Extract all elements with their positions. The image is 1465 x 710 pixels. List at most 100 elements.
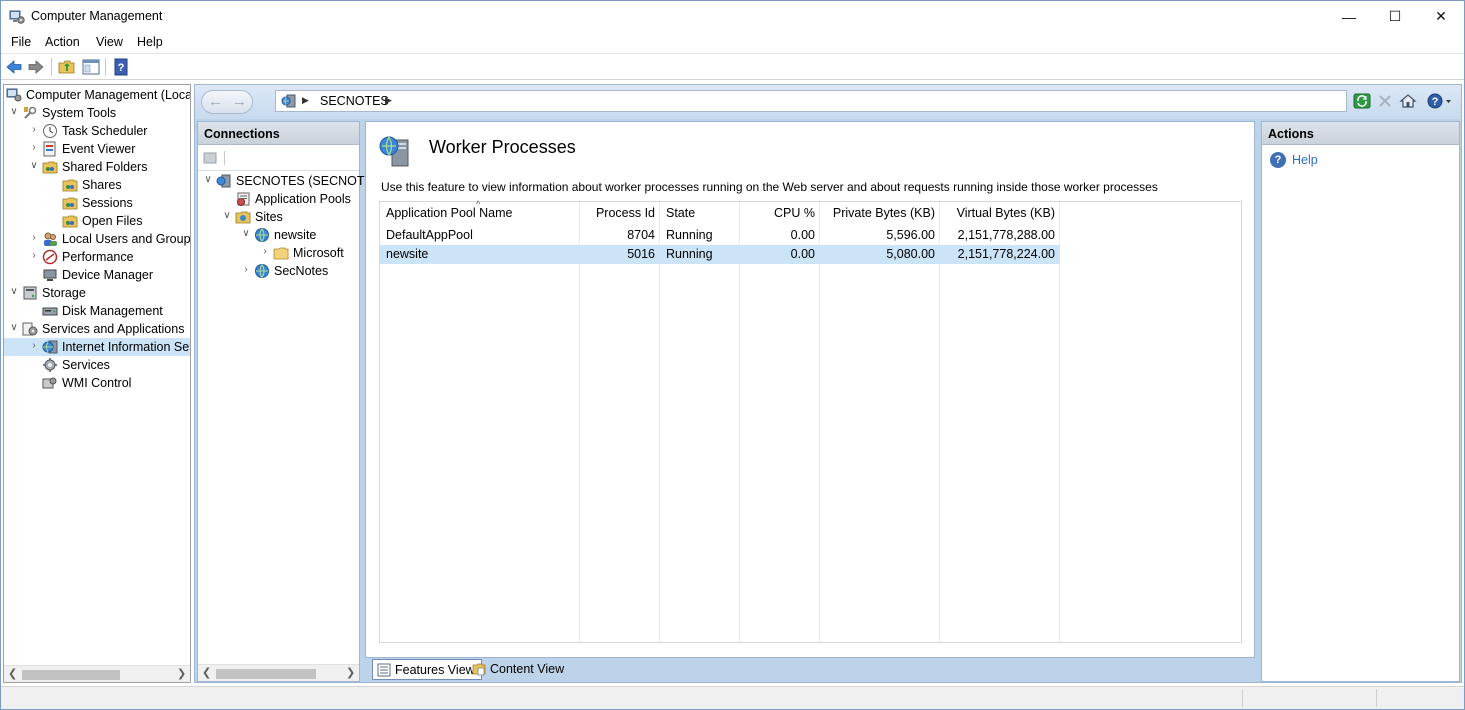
column-header-virtual-bytes[interactable]: Virtual Bytes (KB) — [940, 206, 1055, 220]
console-tree-item[interactable]: › Task Scheduler — [4, 122, 190, 140]
tab-content-view[interactable]: Content View — [468, 659, 570, 680]
column-header-state[interactable]: State — [666, 206, 695, 220]
column-header-cpu[interactable]: CPU % — [740, 206, 815, 220]
console-tree-scrollbar[interactable]: ❮ ❯ — [4, 665, 190, 682]
console-tree-item[interactable]: Shares — [4, 176, 190, 194]
minimize-button[interactable]: — — [1326, 1, 1372, 32]
connections-tree-item[interactable]: › Microsoft — [198, 244, 359, 262]
connections-tree-item[interactable]: ∨ SECNOTES (SECNOTES — [198, 172, 381, 190]
help-dropdown-icon[interactable]: ? — [1426, 92, 1454, 110]
console-tree-item-label: Local Users and Groups — [62, 232, 191, 246]
console-tree-item-label: Shares — [82, 178, 122, 192]
console-tree-item[interactable]: ∨ Storage — [4, 284, 190, 302]
column-header-private-bytes[interactable]: Private Bytes (KB) — [820, 206, 935, 220]
worker-processes-icon — [379, 136, 409, 167]
console-tree-item[interactable]: Sessions — [4, 194, 190, 212]
stop-icon[interactable] — [1376, 92, 1394, 110]
connections-tree-item[interactable]: Application Pools — [198, 190, 359, 208]
menu-view[interactable]: View — [96, 35, 123, 49]
chevron-right-icon[interactable]: › — [28, 142, 40, 154]
chevron-down-icon[interactable]: ∨ — [28, 160, 40, 172]
breadcrumb-arrow-icon[interactable]: ▶ — [302, 95, 309, 106]
console-tree-item[interactable]: Services — [4, 356, 190, 374]
scrollbar-thumb[interactable] — [22, 670, 120, 680]
console-tree-item[interactable]: WMI Control — [4, 374, 190, 392]
shared-folders-icon — [42, 159, 58, 175]
console-tree-item[interactable]: › Internet Information Ser — [4, 338, 190, 356]
connections-tree-item[interactable]: › SecNotes — [198, 262, 359, 280]
address-field[interactable]: ▶ SECNOTES ▶ — [275, 90, 1347, 112]
console-tree-item[interactable]: › Local Users and Groups — [4, 230, 190, 248]
console-tree-item[interactable]: Open Files — [4, 212, 190, 230]
chevron-right-icon[interactable]: › — [28, 340, 40, 352]
table-row[interactable]: DefaultAppPool 8704 Running 0.00 5,596.00 2,1… — [380, 226, 1060, 245]
breadcrumb-secnotes[interactable]: SECNOTES — [320, 94, 389, 108]
chevron-right-icon[interactable]: › — [28, 124, 40, 136]
up-folder-icon[interactable] — [58, 58, 76, 76]
console-tree-item-label: Open Files — [82, 214, 143, 228]
feature-title: Worker Processes — [429, 137, 576, 157]
menu-help[interactable]: Help — [137, 35, 163, 49]
close-button[interactable]: ✕ — [1418, 1, 1464, 32]
chevron-down-icon[interactable]: ∨ — [8, 322, 20, 334]
tab-content-view-label: Content View — [490, 662, 565, 676]
console-tree-item[interactable]: ∨ Shared Folders — [4, 158, 190, 176]
scroll-left-icon[interactable]: ❮ — [202, 666, 211, 679]
grid-column-divider — [380, 202, 580, 642]
scrollbar-thumb[interactable] — [216, 669, 316, 679]
column-header-application-pool-name[interactable]: Application Pool Name — [386, 206, 512, 220]
chevron-down-icon[interactable]: ∨ — [240, 228, 252, 240]
svg-text:?: ? — [118, 62, 125, 74]
forward-arrow-icon[interactable] — [27, 58, 45, 76]
iis-manager-panel: ← → ▶ SECNOTES ▶ ? Connections ❮ ❯ ∨ SEC… — [194, 84, 1462, 683]
scroll-right-icon[interactable]: ❯ — [346, 666, 355, 679]
connections-tree-item-label: newsite — [274, 228, 317, 242]
console-tree-item[interactable]: Disk Management — [4, 302, 190, 320]
grid-column-divider — [740, 202, 820, 642]
chevron-right-icon[interactable]: › — [28, 232, 40, 244]
show-hide-console-tree-icon[interactable] — [82, 58, 100, 76]
connections-tree-item-label: SECNOTES (SECNOTES — [236, 174, 382, 188]
table-row[interactable]: newsite 5016 Running 0.00 5,080.00 2,151,778,… — [380, 245, 1060, 264]
chevron-down-icon[interactable]: ∨ — [8, 286, 20, 298]
home-icon[interactable] — [1399, 92, 1417, 110]
maximize-button[interactable]: ☐ — [1372, 1, 1418, 32]
menu-file[interactable]: File — [11, 35, 31, 49]
column-header-process-id[interactable]: Process Id — [580, 206, 655, 220]
console-tree-item[interactable]: Device Manager — [4, 266, 190, 284]
console-tree-item-label: Storage — [42, 286, 86, 300]
console-tree-item[interactable]: ∨ Services and Applications — [4, 320, 190, 338]
cell-virtual-bytes: 2,151,778,224.00 — [957, 247, 1055, 261]
connections-tree-item[interactable]: ∨ Sites — [198, 208, 359, 226]
system-tools-icon — [22, 105, 38, 121]
scroll-left-icon[interactable]: ❮ — [8, 667, 17, 680]
console-tree-item[interactable]: Computer Management (Local — [4, 86, 190, 104]
connect-icon[interactable] — [202, 150, 218, 166]
nav-back-icon[interactable]: ← — [208, 93, 223, 110]
chevron-right-icon[interactable]: › — [240, 264, 252, 276]
connections-scrollbar[interactable]: ❮ ❯ — [198, 664, 359, 681]
services-gear-icon — [42, 357, 58, 373]
chevron-right-icon[interactable]: › — [259, 246, 271, 258]
chevron-down-icon[interactable]: ∨ — [8, 106, 20, 118]
help-book-icon[interactable]: ? — [112, 58, 130, 76]
cell-cpu: 0.00 — [790, 247, 815, 261]
console-tree-item[interactable]: › Performance — [4, 248, 190, 266]
toolbar-separator — [51, 58, 52, 76]
chevron-down-icon[interactable]: ∨ — [221, 210, 233, 222]
refresh-icon[interactable] — [1353, 92, 1371, 110]
scroll-right-icon[interactable]: ❯ — [177, 667, 186, 680]
connections-tree-item[interactable]: ∨ newsite — [198, 226, 359, 244]
sessions-icon — [62, 195, 78, 211]
menu-action[interactable]: Action — [45, 35, 80, 49]
breadcrumb-arrow-icon[interactable]: ▶ — [385, 95, 392, 106]
nav-forward-icon[interactable]: → — [232, 93, 247, 110]
tab-features-view[interactable]: Features View — [372, 659, 482, 680]
chevron-right-icon[interactable]: › — [28, 250, 40, 262]
console-tree-item[interactable]: ∨ System Tools — [4, 104, 190, 122]
console-tree-item[interactable]: › Event Viewer — [4, 140, 190, 158]
chevron-down-icon[interactable]: ∨ — [202, 174, 214, 186]
back-arrow-icon[interactable] — [5, 58, 23, 76]
